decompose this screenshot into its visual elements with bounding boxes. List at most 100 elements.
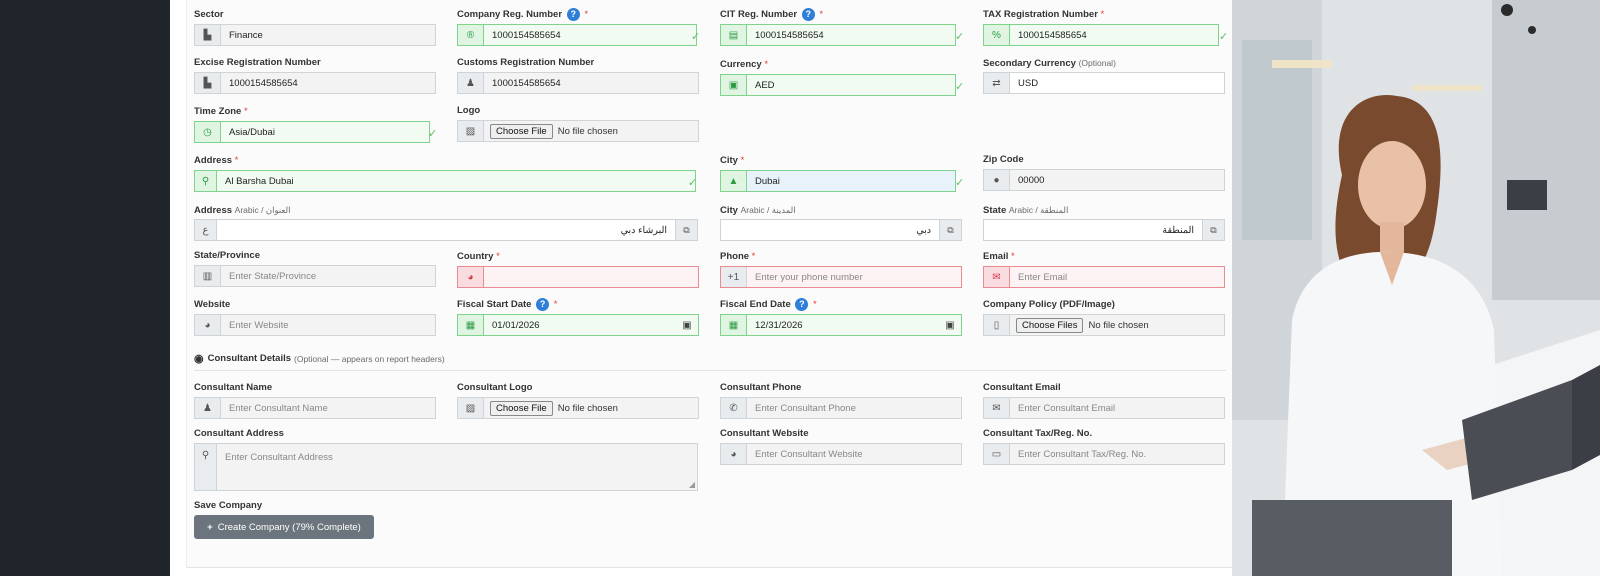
consultant-section-title: Consultant Details (207, 353, 292, 364)
cit-reg-input[interactable]: ▤ 1000154585654 (720, 24, 956, 46)
date-picker-icon[interactable]: ▣ (939, 315, 961, 335)
left-dark-sidebar (0, 0, 170, 576)
consultant-phone-input[interactable]: ✆ Enter Consultant Phone (720, 397, 962, 419)
state-province-label: State/Province (194, 250, 260, 261)
map-pin-icon: ⚲ (195, 444, 217, 490)
consultant-tax-input[interactable]: ▭ Enter Consultant Tax/Reg. No. (983, 443, 1225, 465)
factory-icon: ▙ (195, 73, 221, 93)
exchange-icon: ⇄ (984, 73, 1010, 93)
choose-file-button[interactable]: Choose File (490, 400, 553, 416)
translate-icon[interactable]: ⧉ (1202, 220, 1224, 240)
state-arabic-input[interactable]: المنطقة ⧉ (983, 219, 1225, 241)
company-reg-input[interactable]: ® 1000154585654 (457, 24, 697, 46)
choose-file-button[interactable]: Choose File (490, 123, 553, 139)
help-icon[interactable]: ? (795, 298, 809, 311)
company-reg-label: Company Reg. Number (457, 9, 563, 21)
email-input[interactable]: ✉ Enter Email (983, 266, 1225, 288)
address-arabic-input[interactable]: ع البرشاء دبي ⧉ (194, 219, 698, 241)
time-zone-select[interactable]: ◷ Asia/Dubai (194, 121, 430, 143)
valid-check-icon: ✓ (955, 31, 965, 43)
city-input[interactable]: ▲ Dubai (720, 170, 956, 192)
currency-label: Currency (720, 59, 762, 70)
city-arabic-input[interactable]: دبي ⧉ (720, 219, 962, 241)
logo-file-input[interactable]: ▨ Choose File No file chosen (457, 120, 699, 142)
resize-handle-icon[interactable]: ◢ (689, 480, 695, 489)
website-input[interactable]: ◕ Enter Website (194, 314, 436, 336)
state-arabic-label: State (983, 205, 1007, 216)
required-marker: * (553, 299, 558, 311)
map-marker-icon: ● (984, 170, 1010, 190)
consultant-website-input[interactable]: ◕ Enter Consultant Website (720, 443, 962, 465)
consultant-section-note: (Optional — appears on report headers) (294, 353, 445, 364)
plus-icon: + (207, 521, 213, 533)
logo-label: Logo (457, 105, 481, 116)
consultant-name-field: Consultant Name ♟ Enter Consultant Name (194, 381, 436, 419)
calendar-icon: ▦ (721, 315, 747, 335)
consultant-phone-field: Consultant Phone ✆ Enter Consultant Phon… (720, 381, 962, 419)
consultant-address-label: Consultant Address (194, 428, 284, 439)
email-label: Email (983, 251, 1009, 262)
tax-reg-input[interactable]: % 1000154585654 (983, 24, 1219, 46)
customs-officer-icon: ♟ (458, 73, 484, 93)
pdf-file-icon: ▯ (984, 315, 1010, 335)
date-picker-icon[interactable]: ▣ (676, 315, 698, 335)
secondary-currency-field: Secondary Currency (Optional) ⇄ USD (983, 56, 1225, 94)
registered-icon: ® (458, 25, 484, 45)
help-icon[interactable]: ? (536, 298, 550, 311)
help-icon[interactable]: ? (801, 8, 815, 21)
consultant-website-field: Consultant Website ◕ Enter Consultant We… (720, 427, 962, 465)
valid-check-icon: ✓ (691, 31, 701, 43)
address-input[interactable]: ⚲ Al Barsha Dubai (194, 170, 696, 192)
fiscal-end-date-input[interactable]: ▦ 12/31/2026 ▣ (720, 314, 962, 336)
money-icon: ▣ (721, 75, 747, 95)
presenter-illustration (1232, 0, 1600, 576)
customs-reg-input[interactable]: ♟ 1000154585654 (457, 72, 699, 94)
valid-check-icon: ✓ (428, 128, 438, 140)
consultant-address-field: Consultant Address ⚲ Enter Consultant Ad… (194, 427, 698, 491)
choose-files-button[interactable]: Choose Files (1016, 317, 1084, 333)
city-arabic-label: City (720, 205, 738, 216)
zip-code-input[interactable]: ● 00000 (983, 169, 1225, 191)
time-zone-label: Time Zone (194, 106, 242, 117)
website-field: Website ◕ Enter Website (194, 298, 436, 336)
required-marker: * (584, 9, 589, 21)
excise-reg-field: Excise Registration Number ▙ 10001545856… (194, 56, 436, 94)
consultant-email-input[interactable]: ✉ Enter Consultant Email (983, 397, 1225, 419)
phone-input[interactable]: +1 Enter your phone number (720, 266, 962, 288)
customs-reg-label: Customs Registration Number (457, 57, 595, 68)
address-arabic-field: Address Arabic / العنوان ع البرشاء دبي ⧉ (194, 203, 698, 241)
consultant-address-textarea[interactable]: ⚲ Enter Consultant Address ◢ (194, 443, 698, 491)
consultant-website-label: Consultant Website (720, 428, 809, 439)
envelope-icon: ✉ (984, 398, 1010, 418)
sector-select[interactable]: ▙ Finance (194, 24, 436, 46)
create-company-button[interactable]: + Create Company (79% Complete) (194, 515, 374, 539)
consultant-name-input[interactable]: ♟ Enter Consultant Name (194, 397, 436, 419)
time-zone-field: Time Zone * ◷ Asia/Dubai ✓ (194, 105, 438, 143)
company-policy-label: Company Policy (PDF/Image) (983, 299, 1115, 310)
state-province-input[interactable]: ▥ Enter State/Province (194, 265, 436, 287)
company-policy-field: Company Policy (PDF/Image) ▯ Choose File… (983, 298, 1225, 336)
image-icon: ▨ (458, 121, 484, 141)
translate-icon[interactable]: ⧉ (939, 220, 961, 240)
translate-icon[interactable]: ⧉ (675, 220, 697, 240)
consultant-logo-file-input[interactable]: ▨ Choose File No file chosen (457, 397, 699, 419)
calendar-icon: ▦ (458, 315, 484, 335)
company-policy-file-input[interactable]: ▯ Choose Files No file chosen (983, 314, 1225, 336)
excise-reg-input[interactable]: ▙ 1000154585654 (194, 72, 436, 94)
valid-check-icon: ✓ (955, 177, 965, 189)
help-icon[interactable]: ? (566, 8, 580, 21)
user-icon: ♟ (195, 398, 221, 418)
required-marker: * (234, 155, 239, 166)
globe-icon: ◕ (195, 315, 221, 335)
required-marker: * (819, 9, 824, 21)
fiscal-end-field: Fiscal End Date ? * ▦ 12/31/2026 ▣ (720, 298, 962, 336)
fiscal-start-date-input[interactable]: ▦ 01/01/2026 ▣ (457, 314, 699, 336)
map-icon: ▥ (195, 266, 221, 286)
consultant-email-label: Consultant Email (983, 382, 1061, 393)
currency-select[interactable]: ▣ AED (720, 74, 956, 96)
percent-icon: % (984, 25, 1010, 45)
country-select[interactable]: ◕ (457, 266, 699, 288)
clock-icon: ◷ (195, 122, 221, 142)
secondary-currency-select[interactable]: ⇄ USD (983, 72, 1225, 94)
file-status: No file chosen (1088, 319, 1149, 331)
